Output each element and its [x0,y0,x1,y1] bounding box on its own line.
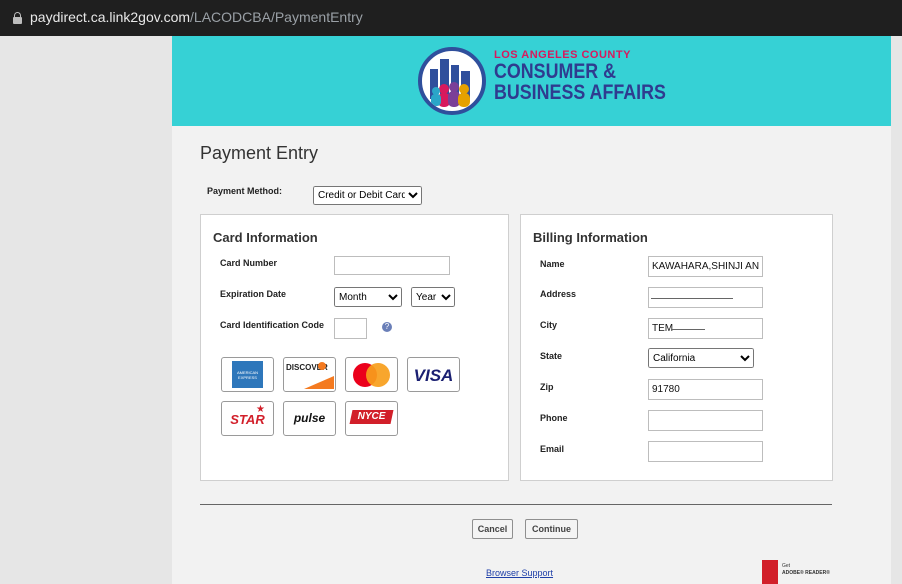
lock-icon [13,12,22,24]
browser-support-link[interactable]: Browser Support [486,568,553,578]
mastercard-card-icon [345,357,398,392]
url-text[interactable]: paydirect.ca.link2gov.com/LACODCBA/Payme… [30,9,363,25]
name-label: Name [540,259,565,269]
adobe-reader-text: ADOBE® READER® [782,570,830,576]
form-divider [200,504,832,505]
billing-information-title: Billing Information [533,230,648,245]
city-redaction [671,329,705,330]
pulse-card-icon: pulse [283,401,336,436]
email-input[interactable] [648,441,763,462]
payment-method-select[interactable]: Credit or Debit Card [313,186,422,205]
page-title: Payment Entry [200,143,319,163]
city-label: City [540,320,558,330]
phone-label: Phone [540,413,568,423]
amex-text: AMERICAN EXPRESS [236,370,259,380]
zip-input[interactable] [648,379,763,400]
address-label: Address [540,289,577,299]
get-adobe-reader-button[interactable]: Get ADOBE® READER® [762,560,839,584]
county-logo-icon [418,47,486,115]
nyce-text: NYCE [357,411,386,422]
payment-page: LOS ANGELES COUNTY CONSUMER & BUSINESS A… [172,36,891,584]
card-id-code-input[interactable] [334,318,367,339]
amex-card-icon: AMERICAN EXPRESS [221,357,274,392]
address-redaction [651,298,733,299]
card-information-title: Card Information [213,230,318,245]
cancel-button[interactable]: Cancel [472,519,513,539]
card-information-panel: Card Information Card Number Expiration … [200,214,509,481]
expiration-month-select[interactable]: Month [334,287,402,307]
card-number-label: Card Number [220,258,278,268]
pulse-text: pulse [293,411,326,425]
card-number-input[interactable] [334,256,450,275]
name-input[interactable] [648,256,763,277]
nyce-card-icon: NYCE [345,401,398,436]
email-label: Email [540,444,565,454]
state-select[interactable]: California [648,348,754,368]
adobe-reader-icon [762,560,778,584]
url-host: paydirect.ca.link2gov.com [30,9,191,25]
expiration-date-label: Expiration Date [220,289,287,299]
help-icon[interactable]: ? [382,322,392,332]
expiration-year-select[interactable]: Year [411,287,455,307]
adobe-get-text: Get [782,563,791,569]
star-text: STAR [230,412,265,427]
url-path: /LACODCBA/PaymentEntry [190,9,363,25]
discover-card-icon: DISCOVER [283,357,336,392]
payment-method-label: Payment Method: [207,186,283,196]
agency-name-line1: CONSUMER & [494,60,616,83]
star-card-icon: STAR ★ [221,401,274,436]
city-input[interactable] [648,318,763,339]
card-id-code-label: Card Identification Code [220,320,325,330]
continue-button[interactable]: Continue [525,519,578,539]
visa-card-icon: VISA [407,357,460,392]
state-label: State [540,351,563,361]
zip-label: Zip [540,382,554,392]
phone-input[interactable] [648,410,763,431]
browser-url-bar[interactable]: paydirect.ca.link2gov.com/LACODCBA/Payme… [0,0,902,36]
billing-information-panel: Billing Information Name Address City St… [520,214,833,481]
agency-wordmark: LOS ANGELES COUNTY CONSUMER & BUSINESS A… [494,49,696,103]
header-banner: LOS ANGELES COUNTY CONSUMER & BUSINESS A… [172,36,891,126]
agency-name-line2: BUSINESS AFFAIRS [494,81,666,104]
visa-text: VISA [413,366,454,385]
